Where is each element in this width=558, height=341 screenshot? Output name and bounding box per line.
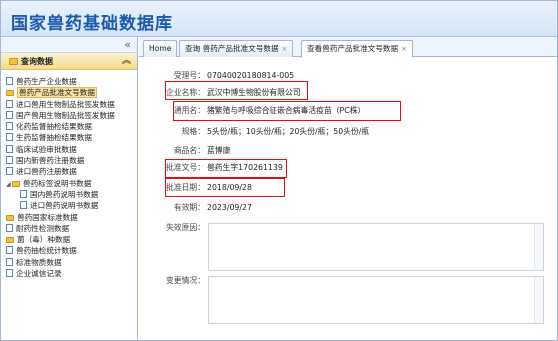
highlight-box — [165, 159, 287, 178]
sidebar-item[interactable]: 国内新兽药注册数据 — [1, 155, 137, 166]
sidebar-item[interactable]: 国产兽用生物制品批签发数据 — [1, 110, 137, 121]
sidebar-item[interactable]: 兽药生产企业数据 — [1, 76, 137, 87]
doc-icon — [6, 269, 13, 278]
field-label: 有效期： — [173, 203, 205, 212]
panel-header-query[interactable]: 查询数据 ︽ — [1, 53, 137, 70]
tab[interactable]: 查询 兽药产品批准文号数据 × — [179, 40, 294, 57]
sidebar-item[interactable]: 企业诚信记录 — [1, 268, 137, 279]
invalid-reason-textarea[interactable] — [208, 223, 544, 271]
tab-label: 查询 兽药产品批准文号数据 — [185, 44, 279, 53]
sidebar-item[interactable]: 兽药国家标准数据 — [1, 212, 137, 223]
field-value: 5头份/瓶；10头份/瓶；20头份/瓶；50头份/瓶 — [207, 127, 370, 136]
tab[interactable]: Home — [143, 40, 178, 57]
sidebar-item-label: 兽药标签说明书数据 — [23, 178, 92, 188]
app-title: 国家兽药基础数据库 — [11, 14, 173, 34]
sidebar-item-label: 化药监督抽检结果数据 — [16, 122, 92, 132]
sidebar-item-label: 临床试验审批数据 — [16, 144, 77, 154]
tab[interactable]: 查看兽药产品批准文号数据 × — [301, 40, 413, 58]
sidebar-item[interactable]: ◢ 兽药标签说明书数据 — [1, 178, 137, 189]
detail-panel: 受理号： 07040020180814-005 企业名称： 武汉中博生物股份有限公司通… — [139, 58, 557, 340]
sidebar-item[interactable]: 化药监督抽检结果数据 — [1, 121, 137, 132]
sidebar-item[interactable]: 临床试验审批数据 — [1, 144, 137, 155]
sidebar-item-label: 进口兽药说明书数据 — [30, 201, 99, 211]
app-header: 国家兽药基础数据库 — [1, 1, 557, 37]
sidebar-collapse-bar: « — [1, 37, 137, 53]
sidebar-item-label: 菌（毒）种数据 — [17, 235, 71, 245]
field-label: 商品名： — [173, 146, 205, 155]
sidebar-item-label: 国产兽用生物制品批签发数据 — [16, 110, 115, 120]
sidebar-item-label: 兽药生产企业数据 — [16, 77, 77, 86]
doc-icon — [6, 223, 13, 232]
folder-icon — [6, 214, 14, 221]
sidebar: « 查询数据 ︽ 兽药生产企业数据 兽药产品批准文号数据 进口兽用生物制品批签发数据… — [1, 37, 138, 340]
tab-label: Home — [149, 44, 172, 53]
sidebar-item[interactable]: 标准物质数据 — [1, 257, 137, 268]
doc-icon — [6, 167, 13, 176]
sidebar-item-label: 生药监督抽检结果数据 — [16, 133, 92, 143]
folder-icon — [12, 180, 20, 187]
doc-icon — [6, 246, 13, 255]
doc-icon — [6, 156, 13, 165]
highlight-box — [173, 101, 401, 121]
doc-icon — [6, 110, 13, 119]
detail-field: 有效期： 2023/09/27 — [139, 201, 557, 215]
close-icon[interactable]: × — [401, 45, 407, 53]
doc-icon — [6, 122, 13, 131]
sidebar-item[interactable]: 生药监督抽检结果数据 — [1, 132, 137, 143]
doc-icon — [20, 189, 27, 198]
folder-icon — [6, 90, 14, 97]
nav-tree: 兽药生产企业数据 兽药产品批准文号数据 进口兽用生物制品批签发数据 国产兽用生物制品批… — [1, 70, 137, 279]
panel-collapse-icon[interactable]: ︽ — [122, 53, 131, 70]
doc-icon — [6, 144, 13, 153]
field-value: 2023/09/27 — [207, 203, 252, 212]
app-window: 国家兽药基础数据库 « 查询数据 ︽ 兽药生产企业数据 兽药产品批准文号数据 进口兽… — [0, 0, 558, 341]
sidebar-item[interactable]: 菌（毒）种数据 — [1, 234, 137, 245]
sidebar-item-label: 进口兽药注册数据 — [16, 167, 77, 177]
doc-icon — [6, 257, 13, 266]
sidebar-item-label: 企业诚信记录 — [16, 269, 62, 279]
folder-icon — [9, 58, 18, 65]
sidebar-item-label: 标准物质数据 — [16, 257, 62, 267]
sidebar-item-label: 国内新兽药注册数据 — [16, 156, 85, 166]
sidebar-item-label: 进口兽用生物制品批签发数据 — [16, 99, 115, 109]
sidebar-item[interactable]: 兽药产品批准文号数据 — [1, 87, 137, 99]
panel-title: 查询数据 — [21, 57, 53, 66]
sidebar-item-label: 国内兽药说明书数据 — [30, 189, 99, 199]
sidebar-item[interactable]: 进口兽药注册数据 — [1, 166, 137, 177]
sidebar-item[interactable]: 进口兽药说明书数据 — [1, 200, 137, 211]
detail-field: 商品名： 蓝博康 — [139, 144, 557, 158]
doc-icon — [6, 133, 13, 142]
doc-icon — [6, 77, 13, 85]
sidebar-item[interactable]: 进口兽用生物制品批签发数据 — [1, 99, 137, 110]
doc-icon — [20, 201, 27, 210]
highlight-box — [165, 178, 285, 197]
field-label: 规格： — [181, 127, 205, 136]
close-icon[interactable]: × — [282, 45, 288, 53]
collapse-icon[interactable]: « — [124, 38, 131, 51]
sidebar-item-label: 兽药产品批准文号数据 — [17, 87, 97, 99]
tab-label: 查看兽药产品批准文号数据 — [307, 44, 399, 53]
tab-bar: Home 查询 兽药产品批准文号数据 × 查看兽药产品批准文号数据 × — [139, 37, 557, 58]
detail-field: 规格： 5头份/瓶；10头份/瓶；20头份/瓶；50头份/瓶 — [139, 125, 557, 139]
highlight-box — [165, 81, 308, 100]
sidebar-item[interactable]: 国内兽药说明书数据 — [1, 189, 137, 200]
doc-icon — [6, 99, 13, 108]
textarea-label: 失效原因： — [166, 223, 205, 232]
sidebar-item-label: 耐药性检测数据 — [16, 223, 70, 233]
folder-icon — [6, 237, 14, 244]
sidebar-item-label: 兽药抽检统计数据 — [16, 246, 77, 256]
sidebar-item-label: 兽药国家标准数据 — [17, 212, 78, 222]
sidebar-item[interactable]: 兽药抽检统计数据 — [1, 245, 137, 256]
change-textarea[interactable] — [208, 276, 544, 324]
sidebar-item[interactable]: 耐药性检测数据 — [1, 223, 137, 234]
textarea-label: 变更情况： — [166, 276, 205, 285]
field-value: 蓝博康 — [207, 146, 231, 155]
